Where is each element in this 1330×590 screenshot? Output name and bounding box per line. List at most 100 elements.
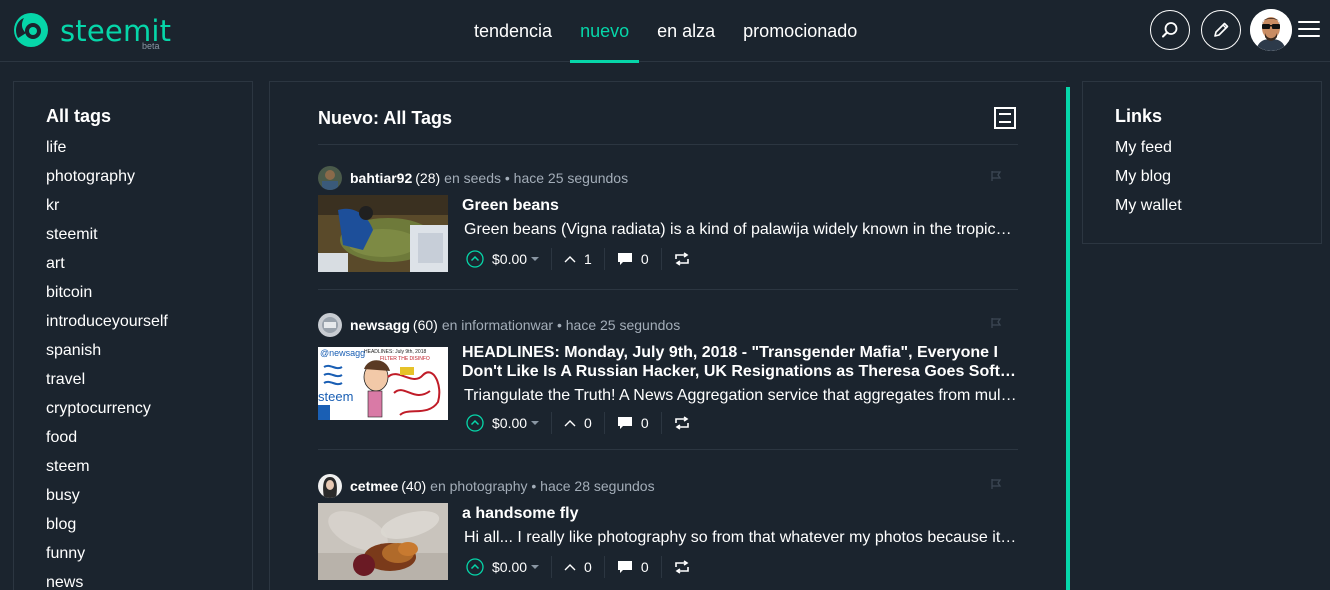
tag-link-life[interactable]: life xyxy=(46,139,252,168)
payout-dropdown-icon[interactable] xyxy=(531,420,540,426)
author-avatar[interactable] xyxy=(318,474,342,498)
nav-tab-promocionado[interactable]: promocionado xyxy=(729,0,871,62)
post-excerpt[interactable]: Triangulate the Truth! A News Aggregatio… xyxy=(464,386,1018,405)
tag-link-introduceyourself[interactable]: introduceyourself xyxy=(46,313,252,342)
post-votes[interactable]: 0 xyxy=(584,559,592,575)
post-payout[interactable]: $0.00 xyxy=(492,251,527,267)
payout-cell[interactable]: $0.00 xyxy=(466,412,553,434)
post-thumbnail[interactable]: @newsagg HEADLINES: July 9th, 2018 FILTE… xyxy=(318,347,448,420)
votes-cell[interactable]: 0 xyxy=(552,412,605,434)
post-payout[interactable]: $0.00 xyxy=(492,415,527,431)
hamburger-menu-button[interactable] xyxy=(1298,21,1320,39)
tag-link-busy[interactable]: busy xyxy=(46,487,252,516)
payout-cell[interactable]: $0.00 xyxy=(466,556,553,578)
reblog-icon[interactable] xyxy=(674,560,690,574)
post-author[interactable]: cetmee xyxy=(350,478,398,494)
post-item: bahtiar92 (28) en seeds • hace 25 segund… xyxy=(318,166,1018,276)
post-excerpt[interactable]: Hi all... I really like photography so f… xyxy=(464,528,1018,547)
tag-link-news[interactable]: news xyxy=(46,574,252,590)
nav-tab-nuevo[interactable]: nuevo xyxy=(566,0,643,63)
tag-link-food[interactable]: food xyxy=(46,429,252,458)
search-icon xyxy=(1162,22,1178,38)
author-avatar-image xyxy=(318,474,342,498)
tag-link-art[interactable]: art xyxy=(46,255,252,284)
hamburger-icon xyxy=(1298,21,1320,23)
reblog-icon[interactable] xyxy=(674,416,690,430)
tag-link-bitcoin[interactable]: bitcoin xyxy=(46,284,252,313)
votes-cell[interactable]: 0 xyxy=(552,556,605,578)
flag-icon[interactable] xyxy=(990,478,1002,490)
user-avatar[interactable] xyxy=(1250,9,1292,51)
comments-cell[interactable]: 0 xyxy=(605,412,662,434)
feed-accent-bar xyxy=(1066,87,1070,590)
post-author[interactable]: newsagg xyxy=(350,317,410,333)
post-category-time[interactable]: en seeds • hace 25 segundos xyxy=(444,170,628,186)
link-my-feed[interactable]: My feed xyxy=(1115,139,1321,168)
post-feed-panel: Nuevo: All Tags bahtiar92 (28) en seeds … xyxy=(269,81,1066,590)
post-category-time[interactable]: en informationwar • hace 25 segundos xyxy=(442,317,680,333)
upvote-icon[interactable] xyxy=(466,414,484,432)
reblog-cell[interactable] xyxy=(662,556,702,578)
tag-link-blog[interactable]: blog xyxy=(46,516,252,545)
post-thumbnail[interactable] xyxy=(318,195,448,272)
post-votes[interactable]: 1 xyxy=(584,251,592,267)
author-avatar[interactable] xyxy=(318,313,342,337)
post-title[interactable]: HEADLINES: Monday, July 9th, 2018 - "Tra… xyxy=(462,343,1018,381)
tag-link-travel[interactable]: travel xyxy=(46,371,252,400)
author-reputation: (60) xyxy=(412,317,438,333)
nav-tab-tendencia[interactable]: tendencia xyxy=(460,0,566,62)
post-meta: cetmee (40) en photography • hace 28 seg… xyxy=(318,474,655,498)
post-payout[interactable]: $0.00 xyxy=(492,559,527,575)
post-author[interactable]: bahtiar92 xyxy=(350,170,412,186)
upvote-icon[interactable] xyxy=(466,558,484,576)
post-comments[interactable]: 0 xyxy=(641,415,649,431)
payout-dropdown-icon[interactable] xyxy=(531,256,540,262)
reblog-icon[interactable] xyxy=(674,252,690,266)
post-content: a handsome fly Hi all... I really like p… xyxy=(462,504,1018,547)
comments-cell[interactable]: 0 xyxy=(605,248,662,270)
tag-link-funny[interactable]: funny xyxy=(46,545,252,574)
tag-link-steemit[interactable]: steemit xyxy=(46,226,252,255)
nav-tab-en-alza[interactable]: en alza xyxy=(643,0,729,62)
links-title: Links xyxy=(1115,106,1163,126)
steemit-logo[interactable]: steemit beta xyxy=(12,10,172,52)
tag-link-cryptocurrency[interactable]: cryptocurrency xyxy=(46,400,252,429)
hamburger-icon-bar xyxy=(1298,35,1320,37)
divider xyxy=(318,449,1018,450)
payout-dropdown-icon[interactable] xyxy=(531,564,540,570)
reblog-cell[interactable] xyxy=(662,248,702,270)
post-category-time[interactable]: en photography • hace 28 segundos xyxy=(430,478,654,494)
author-reputation: (40) xyxy=(401,478,427,494)
main-nav: tendencia nuevo en alza promocionado xyxy=(460,0,871,63)
comments-cell[interactable]: 0 xyxy=(605,556,662,578)
author-avatar[interactable] xyxy=(318,166,342,190)
post-footer: $0.00 0 0 xyxy=(466,412,702,434)
flag-icon[interactable] xyxy=(990,317,1002,329)
post-comments[interactable]: 0 xyxy=(641,251,649,267)
user-avatar-image xyxy=(1250,9,1292,51)
link-my-blog[interactable]: My blog xyxy=(1115,168,1321,197)
post-title[interactable]: a handsome fly xyxy=(462,504,1018,523)
vote-count-icon xyxy=(564,420,576,427)
post-title[interactable]: Green beans xyxy=(462,196,1018,215)
tag-link-photography[interactable]: photography xyxy=(46,168,252,197)
comment-icon xyxy=(617,253,632,265)
payout-cell[interactable]: $0.00 xyxy=(466,248,553,270)
search-button[interactable] xyxy=(1150,10,1190,50)
post-comments[interactable]: 0 xyxy=(641,559,649,575)
submit-post-button[interactable] xyxy=(1201,10,1241,50)
upvote-icon[interactable] xyxy=(466,250,484,268)
toggle-layout-button[interactable] xyxy=(994,107,1016,129)
hamburger-icon-bar xyxy=(1298,28,1320,30)
svg-text:@newsagg: @newsagg xyxy=(320,348,365,358)
flag-icon[interactable] xyxy=(990,170,1002,182)
post-excerpt[interactable]: Green beans (Vigna radiata) is a kind of… xyxy=(464,220,1018,239)
reblog-cell[interactable] xyxy=(662,412,702,434)
post-votes[interactable]: 0 xyxy=(584,415,592,431)
tag-link-kr[interactable]: kr xyxy=(46,197,252,226)
post-thumbnail[interactable] xyxy=(318,503,448,580)
link-my-wallet[interactable]: My wallet xyxy=(1115,197,1321,226)
tag-link-steem[interactable]: steem xyxy=(46,458,252,487)
votes-cell[interactable]: 1 xyxy=(552,248,605,270)
tag-link-spanish[interactable]: spanish xyxy=(46,342,252,371)
